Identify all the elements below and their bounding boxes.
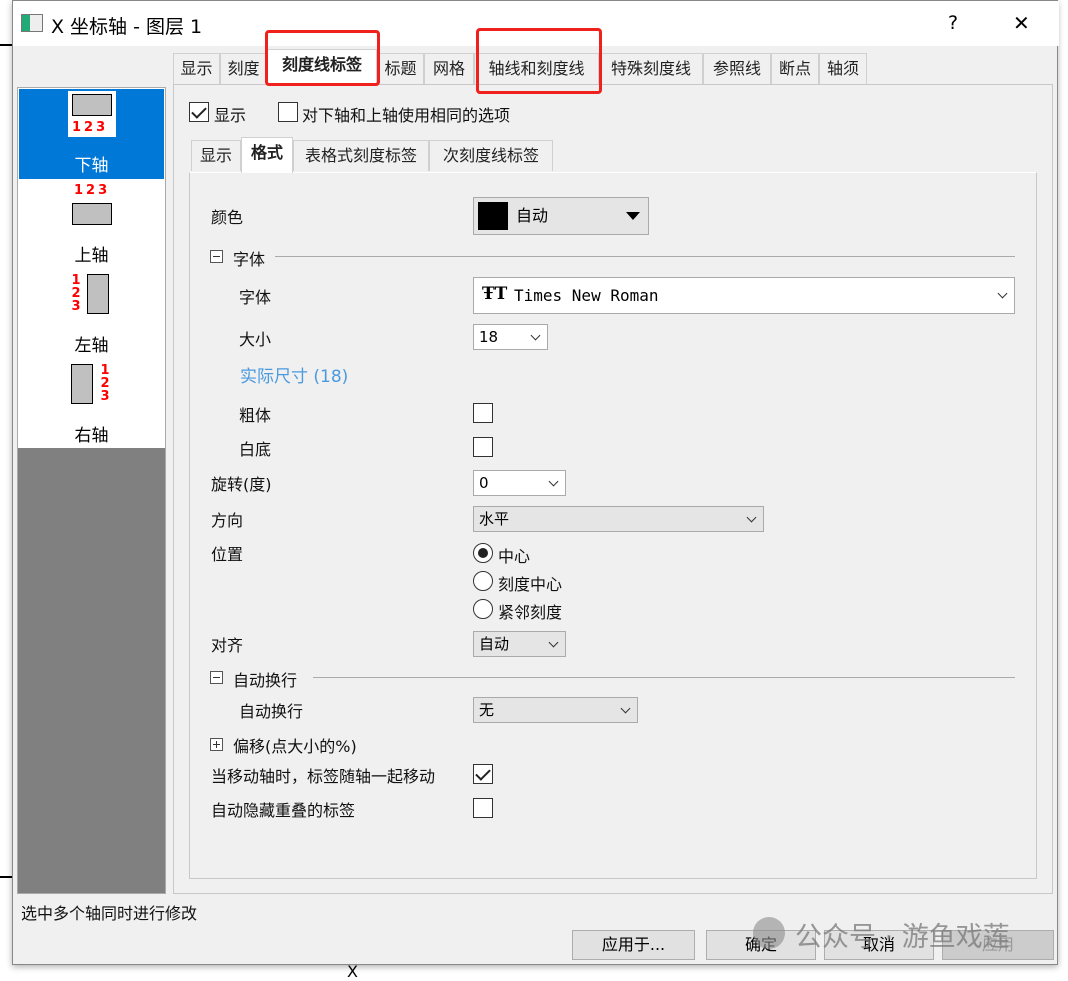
move-with-axis-label: 当移动轴时，标签随轴一起移动 xyxy=(211,767,436,786)
same-options-checkbox[interactable] xyxy=(278,102,298,122)
move-with-axis-checkbox[interactable] xyxy=(473,764,493,784)
truetype-icon: ŦT xyxy=(482,284,508,304)
show-checkbox[interactable] xyxy=(189,102,209,122)
tab-scale[interactable]: 刻度 xyxy=(220,53,267,84)
auto-hide-label: 自动隐藏重叠的标签 xyxy=(211,801,356,820)
position-option-label: 中心 xyxy=(498,547,531,566)
tab-special-ticks[interactable]: 特殊刻度线 xyxy=(599,53,703,84)
position-option-label: 紧邻刻度 xyxy=(498,603,563,622)
position-center-radio[interactable] xyxy=(473,543,493,563)
axis-label: 右轴 xyxy=(74,426,109,446)
left-axis-icon: 123 xyxy=(71,274,117,320)
wrap-label: 自动换行 xyxy=(239,702,304,721)
position-next-to-tick-radio[interactable] xyxy=(473,599,493,619)
dropdown-arrow-icon xyxy=(626,212,640,220)
color-swatch xyxy=(478,202,508,230)
axis-label: 上轴 xyxy=(74,246,109,266)
close-button[interactable]: ✕ xyxy=(1013,11,1030,35)
window-title: X 坐标轴 - 图层 1 xyxy=(51,16,203,38)
align-label: 对齐 xyxy=(211,636,244,655)
offset-section-label: 偏移(点大小的%) xyxy=(233,737,357,756)
color-label: 颜色 xyxy=(211,208,244,227)
axis-item-left[interactable]: 123 左轴 xyxy=(19,269,164,359)
expand-offset-icon[interactable] xyxy=(210,738,223,751)
tab-title[interactable]: 标题 xyxy=(377,53,424,84)
axis-item-top[interactable]: 123 上轴 xyxy=(19,179,164,269)
bottom-axis-icon: 123 xyxy=(68,91,116,137)
size-label: 大小 xyxy=(239,330,272,349)
divider xyxy=(275,256,1015,257)
font-label: 字体 xyxy=(239,288,272,307)
hint-text: 选中多个轴同时进行修改 xyxy=(21,904,198,923)
tab-grid[interactable]: 网格 xyxy=(424,53,474,84)
size-dropdown[interactable]: 18 xyxy=(473,324,548,350)
font-dropdown[interactable]: ŦT Times New Roman xyxy=(473,277,1015,314)
white-bg-label: 白底 xyxy=(239,440,272,459)
tab-rug[interactable]: 轴须 xyxy=(819,53,867,84)
subtab-format[interactable]: 格式 xyxy=(241,137,293,173)
bold-checkbox[interactable] xyxy=(473,403,493,423)
white-bg-checkbox[interactable] xyxy=(473,437,493,457)
position-label: 位置 xyxy=(211,545,244,564)
show-label: 显示 xyxy=(214,106,247,125)
auto-hide-checkbox[interactable] xyxy=(473,798,493,818)
watermark: 公众号 · 游鱼戏莲 xyxy=(795,922,1010,953)
axis-dialog: X 坐标轴 - 图层 1 ? ✕ 显示 刻度 刻度线标签 标题 网格 轴线和刻度… xyxy=(12,0,1059,965)
color-dropdown[interactable]: 自动 xyxy=(473,197,649,235)
subtab-table-labels[interactable]: 表格式刻度标签 xyxy=(293,140,429,171)
position-option-label: 刻度中心 xyxy=(498,575,563,594)
rotation-dropdown[interactable]: 0 xyxy=(473,470,566,496)
direction-dropdown[interactable]: 水平 xyxy=(473,506,764,532)
tab-display[interactable]: 显示 xyxy=(173,53,220,84)
highlight-box xyxy=(265,30,380,86)
wrap-dropdown[interactable]: 无 xyxy=(473,697,638,723)
app-icon xyxy=(21,14,43,32)
bold-label: 粗体 xyxy=(239,406,272,425)
wechat-icon xyxy=(753,917,785,949)
divider xyxy=(313,677,1015,678)
collapse-wrap-icon[interactable] xyxy=(210,671,223,684)
wrap-section-label: 自动换行 xyxy=(233,671,298,690)
rotation-label: 旋转(度) xyxy=(211,475,272,494)
right-axis-icon: 123 xyxy=(71,364,117,410)
axis-label: 下轴 xyxy=(74,156,109,176)
direction-label: 方向 xyxy=(211,511,244,530)
collapse-font-icon[interactable] xyxy=(210,250,223,263)
subtab-display[interactable]: 显示 xyxy=(191,140,241,171)
subtab-minor-labels[interactable]: 次刻度线标签 xyxy=(429,140,553,171)
font-section-label: 字体 xyxy=(233,250,266,269)
highlight-box xyxy=(476,28,602,94)
align-dropdown[interactable]: 自动 xyxy=(473,631,566,657)
tab-reference-lines[interactable]: 参照线 xyxy=(703,53,771,84)
same-options-label: 对下轴和上轴使用相同的选项 xyxy=(302,106,511,125)
top-axis-icon: 123 xyxy=(70,183,118,229)
position-tick-center-radio[interactable] xyxy=(473,571,493,591)
apply-to-button[interactable]: 应用于... xyxy=(572,930,695,960)
tab-breaks[interactable]: 断点 xyxy=(771,53,819,84)
axis-item-bottom[interactable]: 123 下轴 xyxy=(19,89,164,179)
help-button[interactable]: ? xyxy=(948,12,958,34)
axis-item-right[interactable]: 123 右轴 xyxy=(19,359,164,449)
axis-label: 左轴 xyxy=(74,336,109,356)
actual-size-text: 实际尺寸 (18) xyxy=(240,367,349,387)
